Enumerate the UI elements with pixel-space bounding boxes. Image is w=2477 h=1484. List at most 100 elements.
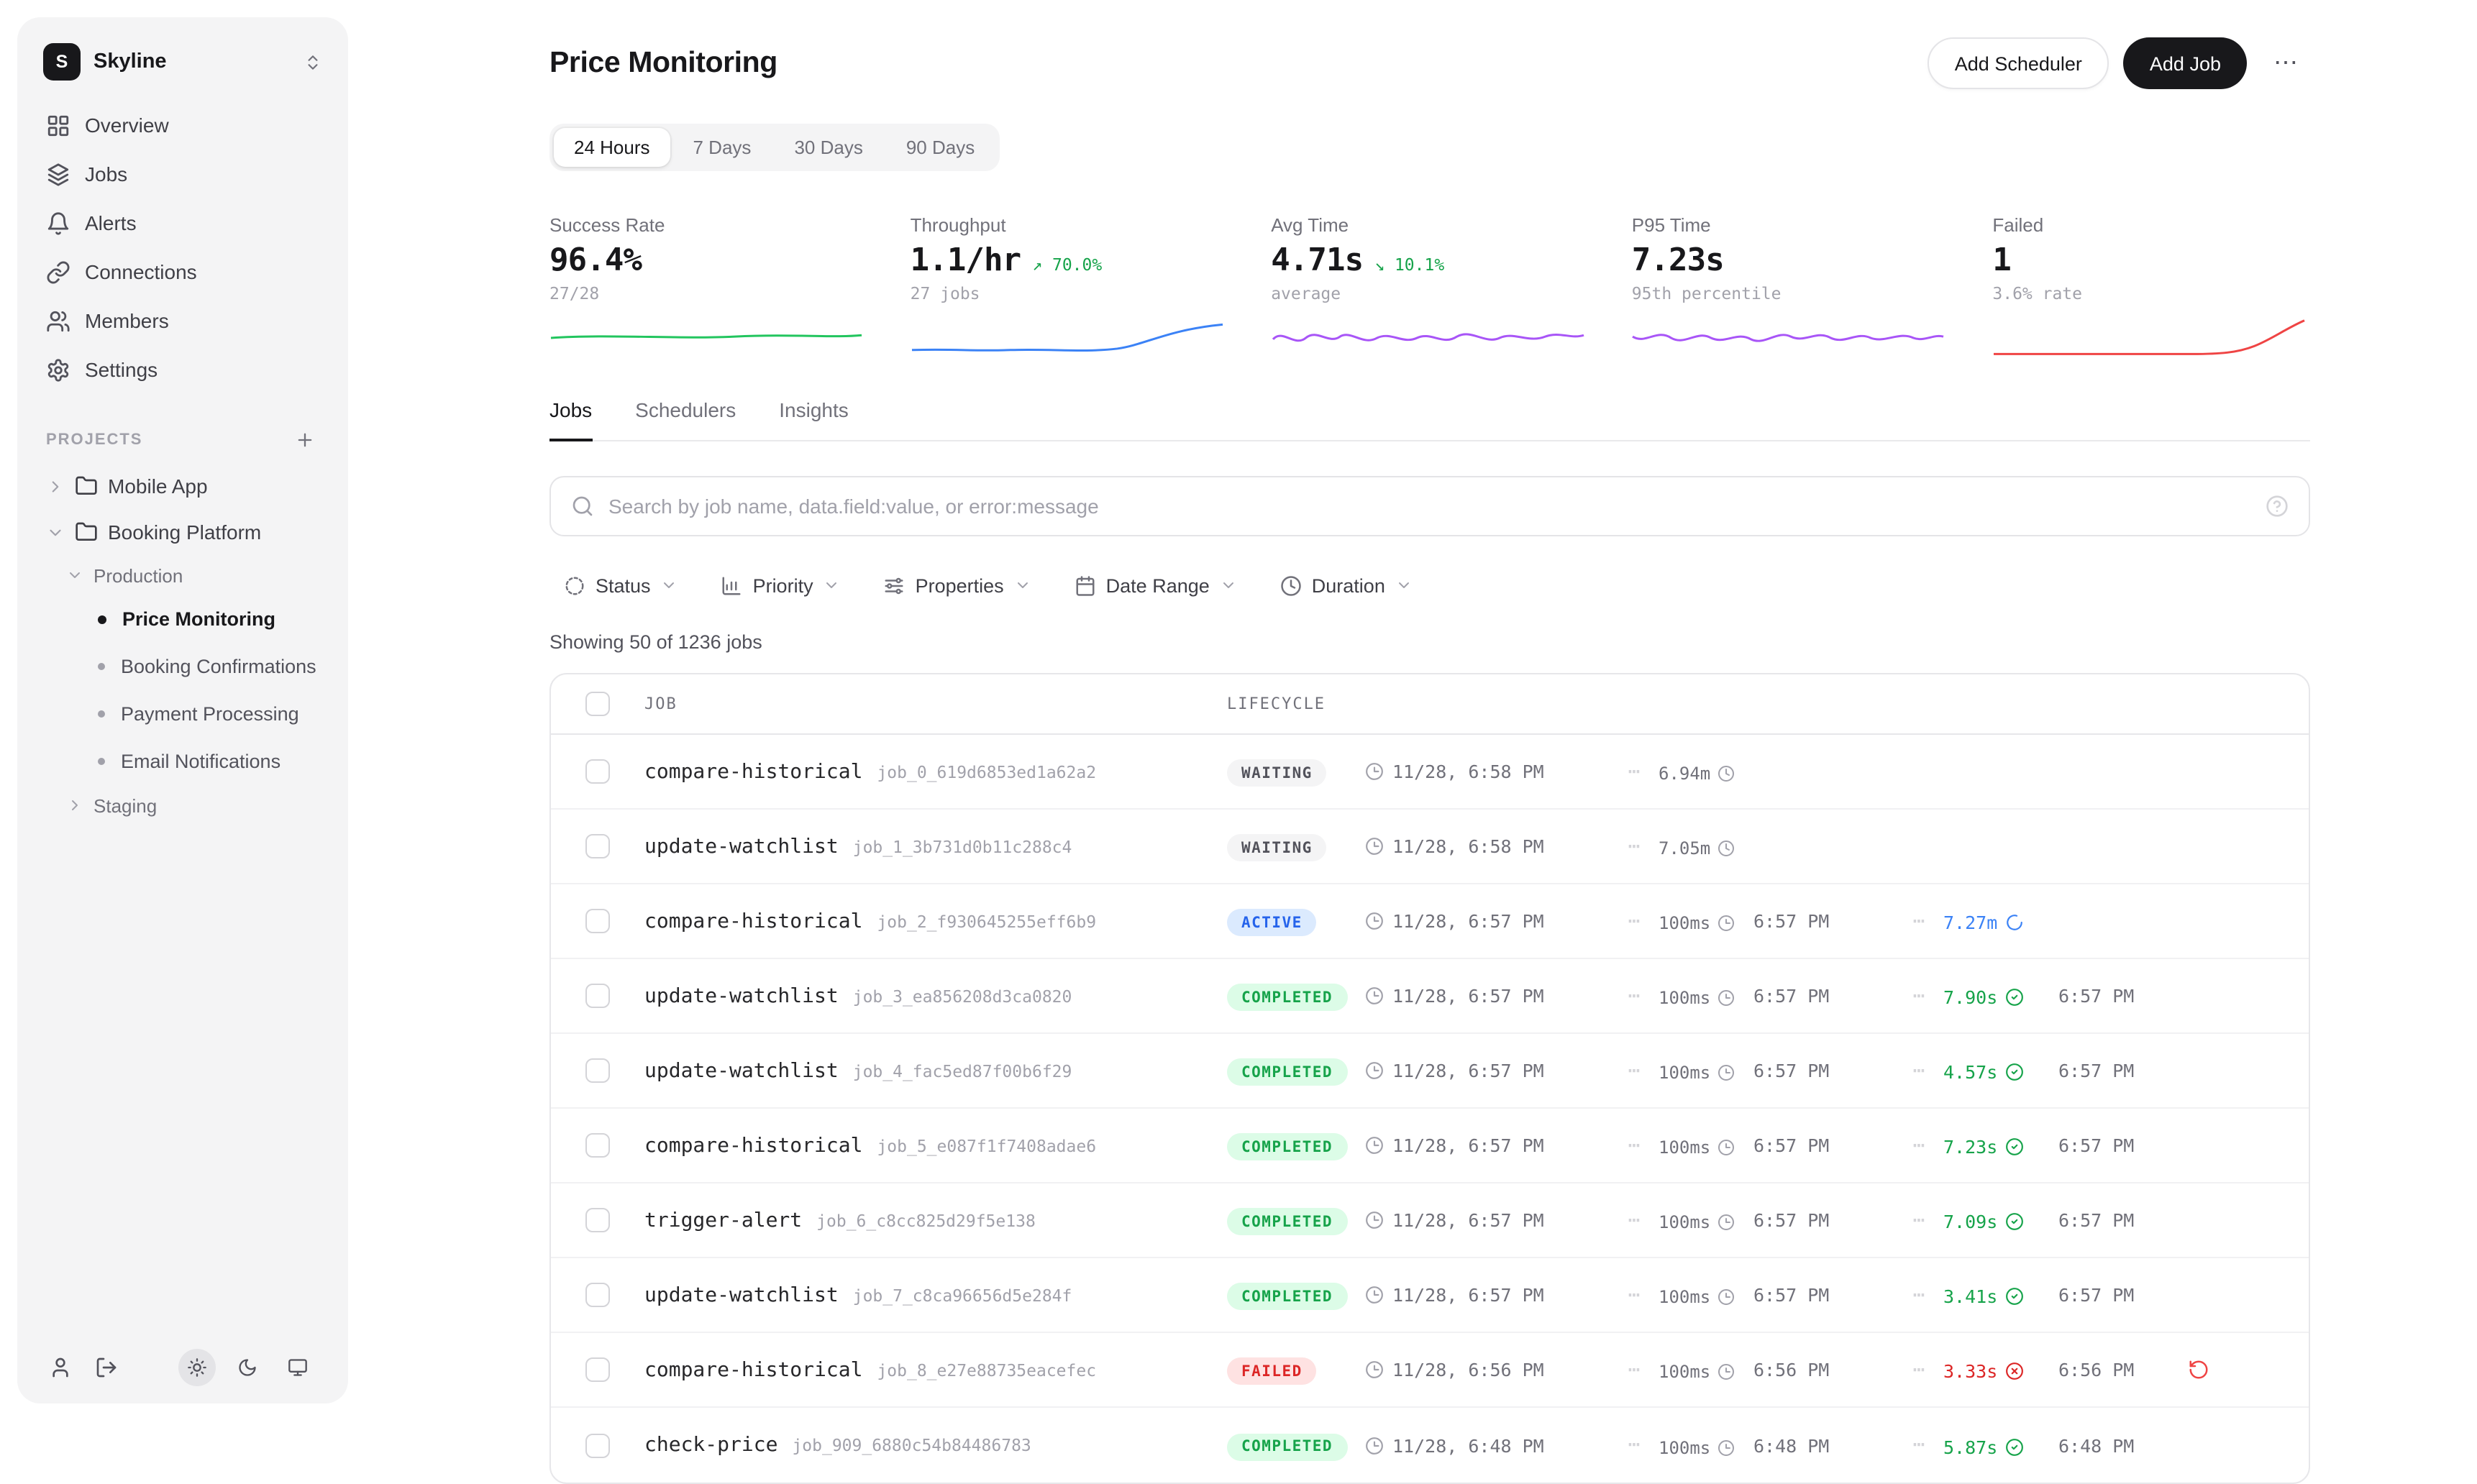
completed-time: 6:57 PM <box>2058 1135 2188 1156</box>
filter-status[interactable]: Status <box>549 562 693 608</box>
run-duration: 7.09s <box>1943 1211 2023 1232</box>
table-row[interactable]: compare-historical job_2_f930645255eff6b… <box>551 884 2309 959</box>
sidebar-item-members[interactable]: Members <box>35 296 331 345</box>
stage-separator: ⋯ <box>1610 910 1659 933</box>
sidebar-item-connections[interactable]: Connections <box>35 247 331 296</box>
filter-duration[interactable]: Duration <box>1266 562 1427 608</box>
workspace-switcher[interactable]: S Skyline <box>35 35 331 101</box>
clock-icon <box>1280 574 1302 596</box>
table-row[interactable]: update-watchlist job_4_fac5ed87f00b6f29 … <box>551 1034 2309 1109</box>
check-circle-icon <box>2004 1287 2023 1306</box>
filter-priority[interactable]: Priority <box>707 562 855 608</box>
env-staging[interactable]: Staging <box>35 785 331 825</box>
project-item-email-notifications[interactable]: Email Notifications <box>35 738 331 785</box>
select-all-checkbox[interactable] <box>585 692 610 716</box>
stage-separator: ⋯ <box>1610 835 1659 858</box>
check-circle-icon <box>2004 988 2023 1007</box>
stage-separator: ⋯ <box>1610 1059 1659 1082</box>
time-range-90-days[interactable]: 90 Days <box>886 128 995 167</box>
time-range-30-days[interactable]: 30 Days <box>774 128 882 167</box>
stage-separator: ⋯ <box>1610 1283 1659 1306</box>
table-row[interactable]: compare-historical job_8_e27e88735eacefe… <box>551 1333 2309 1408</box>
grid-icon <box>46 113 70 137</box>
filter-date-range[interactable]: Date Range <box>1060 562 1251 608</box>
completed-time: 6:57 PM <box>2058 1284 2188 1306</box>
clock-plus-icon <box>1365 1436 1384 1455</box>
queue-duration: 100ms <box>1659 1362 1735 1382</box>
table-row[interactable]: compare-historical job_0_619d6853ed1a62a… <box>551 735 2309 810</box>
project-mobile-app[interactable]: Mobile App <box>35 463 331 509</box>
more-options-button[interactable]: ⋯ <box>2261 37 2310 89</box>
table-row[interactable]: trigger-alert job_6_c8cc825d29f5e138 COM… <box>551 1183 2309 1258</box>
job-cell: compare-historical job_0_619d6853ed1a62a… <box>644 760 1227 783</box>
retry-icon[interactable] <box>2188 1359 2209 1380</box>
tab-insights[interactable]: Insights <box>779 398 849 440</box>
theme-dark-button[interactable] <box>229 1349 266 1386</box>
table-row[interactable]: update-watchlist job_7_c8ca96656d5e284f … <box>551 1258 2309 1333</box>
status-badge: ACTIVE <box>1227 910 1317 937</box>
search-input[interactable] <box>608 495 2251 518</box>
queue-duration: 100ms <box>1659 1437 1735 1457</box>
sidebar-nav: Overview Jobs Alerts Connections Members… <box>35 101 331 394</box>
run-duration: 7.90s <box>1943 986 2023 1008</box>
theme-system-button[interactable] <box>279 1349 316 1386</box>
tab-schedulers[interactable]: Schedulers <box>635 398 736 440</box>
started-time: 6:57 PM <box>1753 985 1894 1007</box>
stage-separator: ⋯ <box>1610 1434 1659 1457</box>
users-icon <box>46 308 70 333</box>
stat-success-rate: Success Rate 96.4% 27/28 <box>549 214 867 358</box>
project-item-price-monitoring[interactable]: Price Monitoring <box>35 595 331 643</box>
add-project-button[interactable] <box>291 426 319 454</box>
avg-time-sparkline <box>1271 318 1584 358</box>
timer-icon <box>1718 989 1735 1007</box>
filter-properties[interactable]: Properties <box>870 562 1046 608</box>
project-item-payment-processing[interactable]: Payment Processing <box>35 690 331 738</box>
logout-icon[interactable] <box>95 1356 118 1379</box>
sidebar-item-settings[interactable]: Settings <box>35 345 331 394</box>
project-booking-platform[interactable]: Booking Platform <box>35 509 331 555</box>
tab-jobs[interactable]: Jobs <box>549 398 592 441</box>
started-time: 6:48 PM <box>1753 1434 1894 1456</box>
add-job-button[interactable]: Add Job <box>2124 37 2247 89</box>
add-scheduler-button[interactable]: Add Scheduler <box>1928 37 2109 89</box>
job-name: check-price <box>644 1434 777 1457</box>
job-cell: update-watchlist job_1_3b731d0b11c288c4 <box>644 835 1227 858</box>
row-checkbox[interactable] <box>585 759 610 784</box>
theme-light-button[interactable] <box>178 1349 216 1386</box>
table-row[interactable]: compare-historical job_5_e087f1f7408adae… <box>551 1109 2309 1183</box>
sun-icon <box>187 1357 207 1378</box>
plus-icon <box>295 430 315 450</box>
check-circle-icon <box>2004 1437 2023 1456</box>
row-checkbox[interactable] <box>585 1283 610 1307</box>
table-row[interactable]: check-price job_909_6880c54b84486783 COM… <box>551 1408 2309 1483</box>
help-circle-icon[interactable] <box>2266 495 2289 518</box>
row-checkbox[interactable] <box>585 1133 610 1158</box>
time-range-24-hours[interactable]: 24 Hours <box>554 128 670 167</box>
started-time: 6:57 PM <box>1753 1060 1894 1081</box>
completed-time: 6:57 PM <box>2058 1209 2188 1231</box>
sidebar: S Skyline Overview Jobs Alerts Connectio… <box>17 17 348 1403</box>
row-checkbox[interactable] <box>585 984 610 1008</box>
time-range-7-days[interactable]: 7 Days <box>673 128 772 167</box>
row-checkbox[interactable] <box>585 1357 610 1382</box>
env-production[interactable]: Production <box>35 555 331 595</box>
table-row[interactable]: update-watchlist job_3_ea856208d3ca0820 … <box>551 959 2309 1034</box>
row-checkbox[interactable] <box>585 909 610 933</box>
created-at: 11/28, 6:56 PM <box>1365 1359 1610 1380</box>
row-checkbox[interactable] <box>585 834 610 858</box>
queue-duration: 100ms <box>1659 988 1735 1008</box>
sidebar-item-jobs[interactable]: Jobs <box>35 150 331 198</box>
stage-separator: ⋯ <box>1894 1434 1943 1457</box>
user-icon[interactable] <box>49 1356 72 1379</box>
row-checkbox[interactable] <box>585 1208 610 1232</box>
project-item-booking-confirmations[interactable]: Booking Confirmations <box>35 643 331 690</box>
run-duration: 5.87s <box>1943 1436 2023 1457</box>
lifecycle-cell: COMPLETED 11/28, 6:48 PM ⋯ 100ms 6:48 PM… <box>1227 1430 2280 1461</box>
row-checkbox[interactable] <box>585 1433 610 1457</box>
job-name: trigger-alert <box>644 1209 802 1232</box>
sidebar-item-alerts[interactable]: Alerts <box>35 198 331 247</box>
sidebar-item-overview[interactable]: Overview <box>35 101 331 150</box>
table-row[interactable]: update-watchlist job_1_3b731d0b11c288c4 … <box>551 810 2309 884</box>
stage-separator: ⋯ <box>1894 1134 1943 1157</box>
row-checkbox[interactable] <box>585 1058 610 1083</box>
